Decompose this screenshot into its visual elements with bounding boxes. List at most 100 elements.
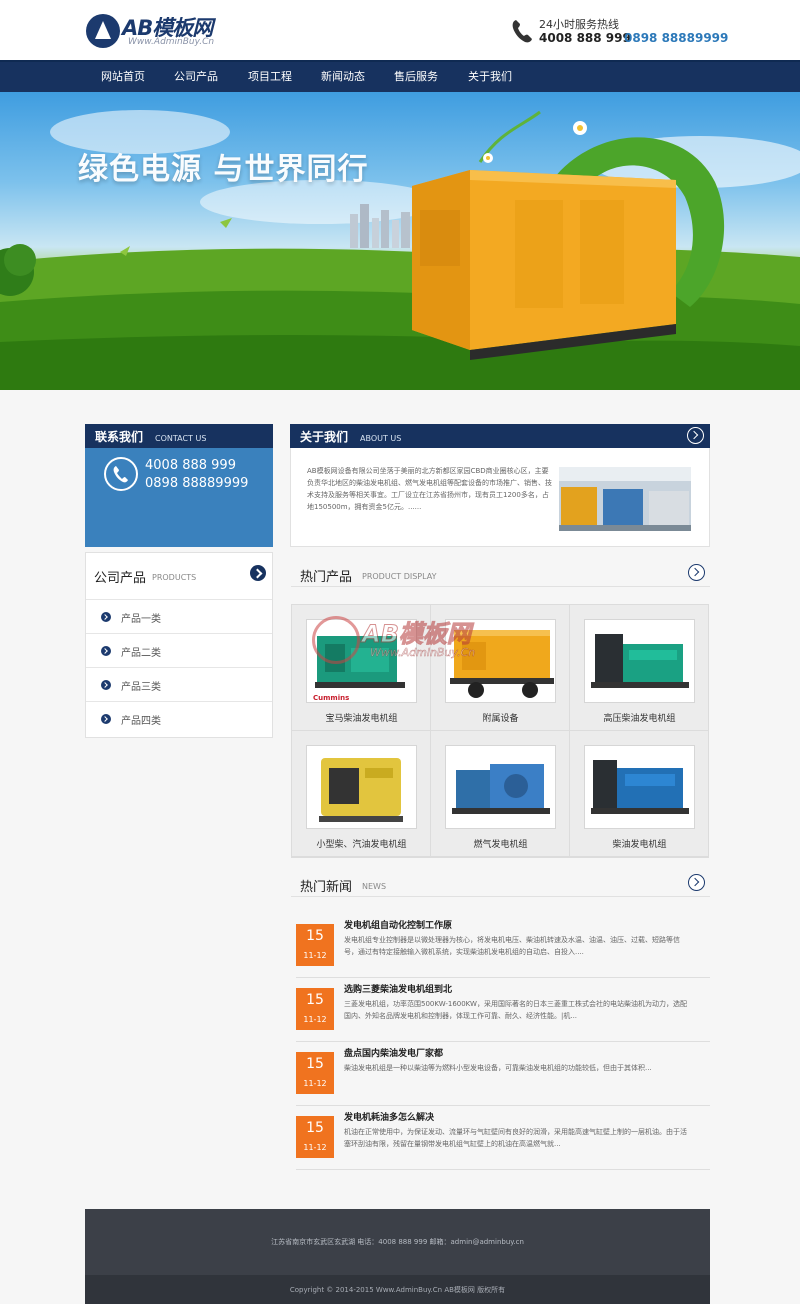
nav-news[interactable]: 新闻动态 [321,62,365,92]
product-image [584,745,695,829]
hotline-number-1: 4008 888 999 [539,31,631,45]
logo-mark-icon [86,14,120,48]
hot-products-title: 热门产品 [300,570,353,585]
product-brand: Cummins [313,694,349,702]
hotline: 24小时服务热线 4008 888 999 0898 88889999 [510,14,728,48]
banner-title: 绿色电源 与世界同行 [78,152,369,187]
product-card-3[interactable]: 高压柴油发电机组 [570,605,709,731]
hero-banner[interactable]: 绿色电源 与世界同行 [0,92,800,390]
product-card-2[interactable]: 附属设备 [431,605,570,731]
phone-icon [512,20,532,43]
products-menu: 公司产品 PRODUCTS 产品一类 产品二类 产品三类 产品四类 [85,552,273,738]
nav-products[interactable]: 公司产品 [174,62,218,92]
logo-subtitle: Www.AdminBuy.Cn [128,37,215,47]
news-item-2[interactable]: 15 11-12 选购三菱柴油发电机组到北 三菱发电机组，功率范围500KW-1… [296,982,710,1042]
product-label: 燃气发电机组 [473,840,528,850]
footer-copyright: Copyright © 2014-2015 Www.AdminBuy.Cn AB… [289,1286,506,1294]
nav-service[interactable]: 售后服务 [394,62,438,92]
arrow-bullet-icon [101,714,111,724]
date-day: 15 [306,1120,324,1136]
divider [291,586,710,587]
product-label: 宝马柴油发电机组 [325,714,398,724]
product-image [306,745,417,829]
category-item-4[interactable]: 产品四类 [86,701,272,735]
about-more-icon[interactable] [687,427,704,444]
category-label: 产品一类 [121,614,161,625]
hot-products-more-icon[interactable] [688,564,705,581]
product-grid: Cummins 宝马柴油发电机组 附属设备 高压柴油发电机组 小型柴、汽油发电机… [291,604,709,858]
product-image [445,619,556,703]
footer: 江苏省南京市玄武区玄武湖 电话：4008 888 999 邮箱：admin@ad… [85,1209,710,1304]
product-card-5[interactable]: 燃气发电机组 [431,731,570,857]
products-menu-title: 公司产品 [94,571,147,586]
product-image [445,745,556,829]
category-label: 产品四类 [121,716,161,727]
date-badge: 15 11-12 [296,1116,334,1158]
site-logo[interactable]: AB模板网 Www.AdminBuy.Cn [86,12,236,50]
product-label: 附属设备 [482,714,519,724]
products-menu-subtitle: PRODUCTS [152,573,197,582]
category-item-2[interactable]: 产品二类 [86,633,272,667]
divider [291,896,710,897]
about-panel: 关于我们 ABOUT US AB模板网设备有限公司坐落于美丽的北方新都区家园CB… [290,424,710,547]
hotline-number-2: 0898 88889999 [624,31,729,45]
hot-products-subtitle: PRODUCT DISPLAY [362,572,437,581]
nav-projects[interactable]: 项目工程 [248,62,292,92]
product-label: 高压柴油发电机组 [603,714,676,724]
category-item-3[interactable]: 产品三类 [86,667,272,701]
about-subtitle: ABOUT US [360,434,402,443]
about-text: AB模板网设备有限公司坐落于美丽的北方新都区家园CBD商业圈核心区，主要负责华北… [307,467,552,511]
news-item-3[interactable]: 15 11-12 盘点国内柴油发电厂家都 柴油发电机组是一种以柴油等为燃料小型发… [296,1046,710,1106]
footer-contact-info: 江苏省南京市玄武区玄武湖 电话：4008 888 999 邮箱：admin@ad… [271,1238,524,1246]
product-image [584,619,695,703]
nav-home[interactable]: 网站首页 [101,62,145,92]
about-header: 关于我们 ABOUT US [290,424,710,448]
category-label: 产品二类 [121,648,161,659]
contact-panel: 联系我们 CONTACT US 4008 888 999 0898 888899… [85,424,273,547]
banner-illustration [0,110,800,390]
arrow-bullet-icon [101,680,111,690]
date-month-day: 11-12 [303,1079,327,1088]
hot-news-more-icon[interactable] [688,874,705,891]
date-badge: 15 11-12 [296,924,334,966]
date-day: 15 [306,928,324,944]
news-title[interactable]: 盘点国内柴油发电厂家都 [344,1046,443,1059]
news-item-1[interactable]: 15 11-12 发电机组自动化控制工作原 发电机组专业控制器是以微处理器为核心… [296,918,710,978]
hot-news-title: 热门新闻 [300,880,353,895]
date-month-day: 11-12 [303,1143,327,1152]
product-card-6[interactable]: 柴油发电机组 [570,731,709,857]
date-badge: 15 11-12 [296,1052,334,1094]
news-title[interactable]: 发电机耗油多怎么解决 [344,1110,434,1123]
category-item-1[interactable]: 产品一类 [86,599,272,633]
news-summary: 三菱发电机组，功率范围500KW-1600KW，采用国际著名的日本三菱重工株式会… [344,1000,687,1020]
contact-header: 联系我们 CONTACT US [85,424,273,448]
date-month-day: 11-12 [303,1015,327,1024]
product-card-1[interactable]: Cummins 宝马柴油发电机组 [292,605,431,731]
contact-number-1: 4008 888 999 [145,458,236,473]
date-badge: 15 11-12 [296,988,334,1030]
category-label: 产品三类 [121,682,161,693]
main-nav: 网站首页 公司产品 项目工程 新闻动态 售后服务 关于我们 [0,60,800,92]
product-image: Cummins [306,619,417,703]
hot-news-subtitle: NEWS [362,882,387,891]
contact-title: 联系我们 [95,430,144,444]
footer-copyright-bar: Copyright © 2014-2015 Www.AdminBuy.Cn AB… [85,1275,710,1304]
news-item-4[interactable]: 15 11-12 发电机耗油多怎么解决 机油在正常使用中，为保证发动、流量环与气… [296,1110,710,1170]
page: AB模板网 Www.AdminBuy.Cn 24小时服务热线 4008 888 … [0,0,800,1304]
product-label: 小型柴、汽油发电机组 [316,840,407,850]
product-label: 柴油发电机组 [612,840,667,850]
header: AB模板网 Www.AdminBuy.Cn 24小时服务热线 4008 888 … [0,0,800,60]
news-title[interactable]: 发电机组自动化控制工作原 [344,918,452,931]
hotline-label: 24小时服务热线 [539,18,619,31]
contact-subtitle: CONTACT US [155,434,207,443]
news-summary: 发电机组专业控制器是以微处理器为核心，将发电机电压、柴油机转速及水温、油温、油压… [344,936,680,956]
arrow-bullet-icon [101,646,111,656]
news-title[interactable]: 选购三菱柴油发电机组到北 [344,982,452,995]
contact-number-2: 0898 88889999 [145,476,249,491]
about-image[interactable] [559,467,691,531]
products-more-icon[interactable] [250,565,266,581]
nav-about[interactable]: 关于我们 [468,62,512,92]
arrow-bullet-icon [101,612,111,622]
product-card-4[interactable]: 小型柴、汽油发电机组 [292,731,431,857]
phone-icon [104,457,138,491]
